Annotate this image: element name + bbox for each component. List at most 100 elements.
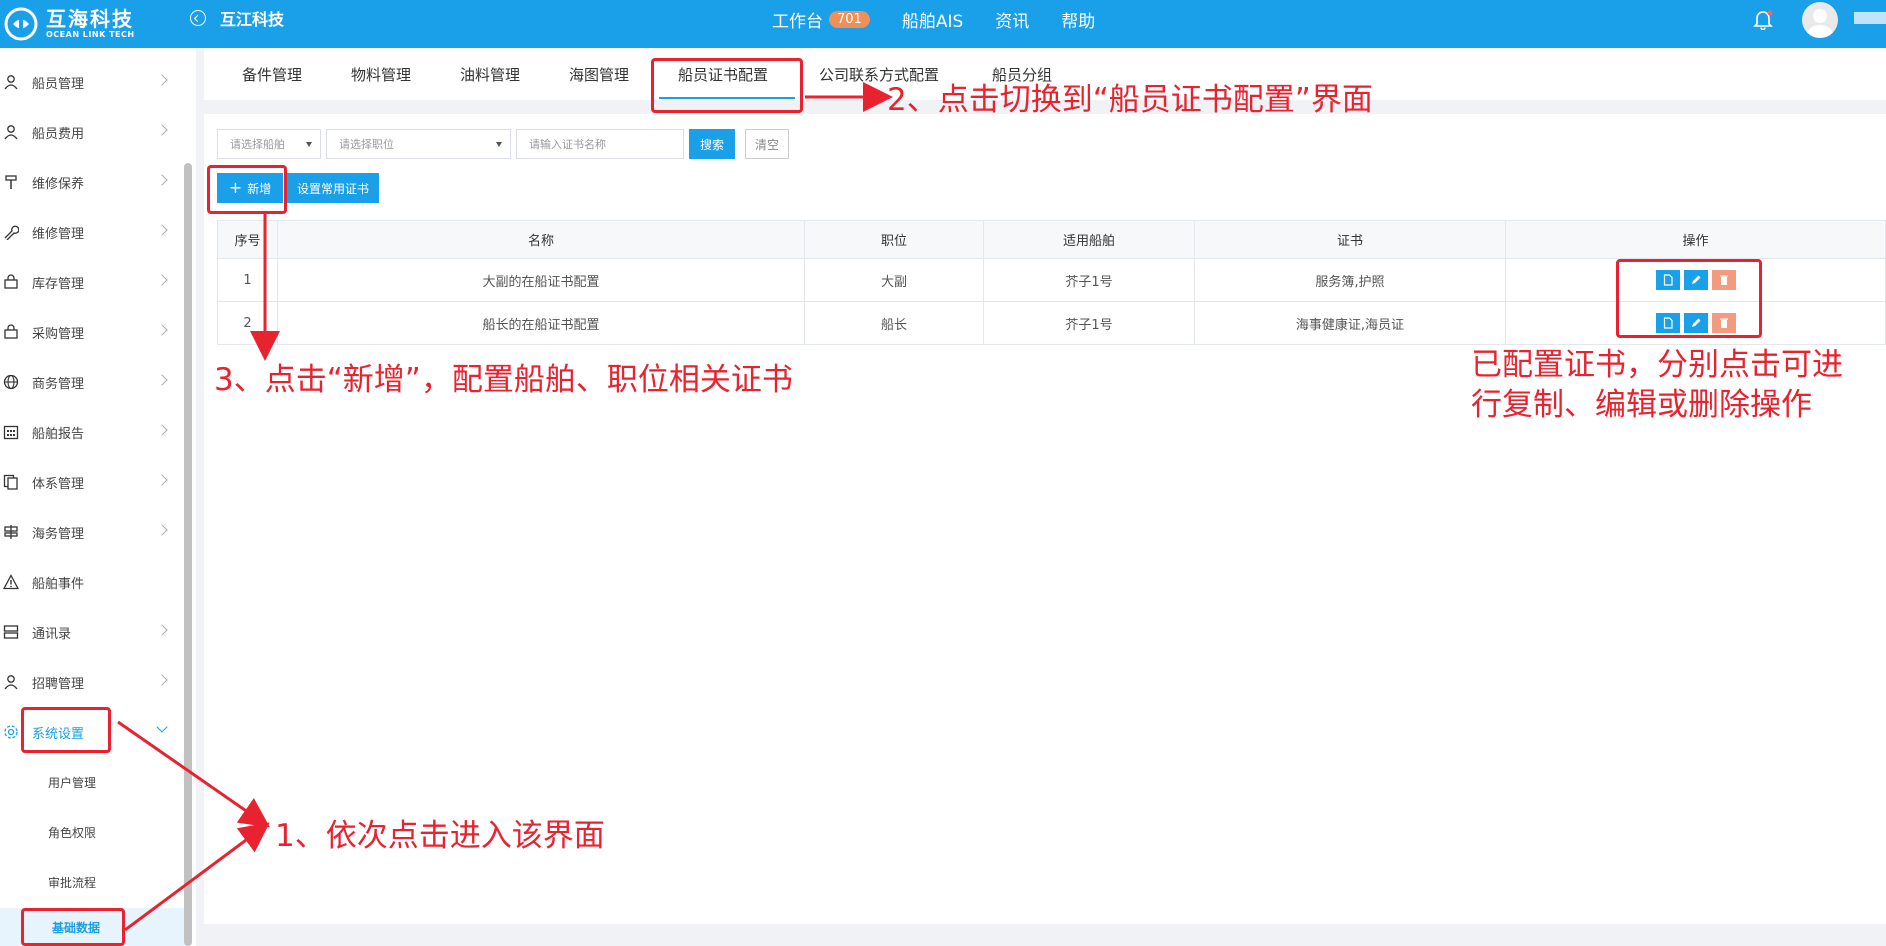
chevron-right-icon (156, 324, 168, 336)
common-cert-button[interactable]: 设置常用证书 (287, 173, 379, 203)
top-bar: 互海科技 OCEAN LINK TECH 互江科技 工作台 701 船舶AIS … (0, 0, 1886, 48)
annotation-step2: 2、点击切换到“船员证书配置”界面 (887, 82, 1373, 118)
nav-ais[interactable]: 船舶AIS (902, 7, 963, 32)
gear-icon (2, 723, 20, 741)
col-position: 职位 (804, 220, 984, 259)
sidebar-item-label: 维修管理 (32, 226, 85, 242)
annotation-box-basic-data (21, 908, 125, 946)
caret-down-icon (496, 142, 502, 147)
sidebar-sub-approval[interactable]: 审批流程 (48, 857, 186, 907)
annotation-box-tab (651, 58, 803, 113)
server-icon (2, 623, 20, 641)
sidebar-item-label: 船舶报告 (32, 426, 85, 442)
chevron-right-icon (156, 374, 168, 386)
cell-ship: 芥子1号 (983, 258, 1195, 302)
sidebar-item-crew-cost[interactable]: 船员费用 (0, 107, 186, 157)
sidebar-sub-users[interactable]: 用户管理 (48, 757, 186, 807)
sidebar-item-label: 库存管理 (32, 276, 85, 292)
tab-spare-parts[interactable]: 备件管理 (242, 48, 302, 100)
sidebar-sub-roles[interactable]: 角色权限 (48, 807, 186, 857)
search-button[interactable]: 搜索 (689, 129, 735, 159)
user-icon (2, 123, 20, 141)
col-index: 序号 (217, 220, 278, 259)
nav-help[interactable]: 帮助 (1061, 7, 1095, 32)
cert-name-placeholder: 请输入证书名称 (529, 138, 606, 151)
user-menu[interactable] (1854, 12, 1886, 24)
avatar[interactable] (1802, 2, 1838, 38)
annotation-note-line1: 已配置证书，分别点击可进 (1471, 347, 1843, 383)
tab-materials[interactable]: 物料管理 (351, 48, 411, 100)
clear-button[interactable]: 清空 (745, 129, 789, 159)
bag-icon (2, 273, 20, 291)
sidebar-item-label: 维修保养 (32, 176, 85, 192)
sidebar-item-ship-event[interactable]: 船舶事件 (0, 557, 186, 607)
sidebar-item-contacts[interactable]: 通讯录 (0, 607, 186, 657)
cell-ship: 芥子1号 (983, 301, 1195, 345)
sidebar-item-repair[interactable]: 维修管理 (0, 207, 186, 257)
annotation-box-add (207, 165, 287, 214)
sidebar-item-label: 体系管理 (32, 476, 85, 492)
sidebar-item-label: 招聘管理 (32, 676, 85, 692)
tab-charts[interactable]: 海图管理 (569, 48, 629, 100)
signpost-icon (2, 523, 20, 541)
sidebar-item-label: 通讯录 (32, 626, 72, 642)
sidebar-item-crew[interactable]: 船员管理 (0, 57, 186, 107)
chevron-right-icon (156, 274, 168, 286)
cert-name-input[interactable]: 请输入证书名称 (516, 129, 684, 159)
sidebar-item-label: 船员费用 (32, 126, 85, 142)
sidebar-item-system-mgmt[interactable]: 体系管理 (0, 457, 186, 507)
sidebar-scrollbar[interactable] (184, 163, 192, 946)
tab-fuel[interactable]: 油料管理 (460, 48, 520, 100)
company-name: 互江科技 (220, 10, 285, 29)
sidebar-item-ship-report[interactable]: 船舶报告 (0, 407, 186, 457)
wrench-icon (2, 223, 20, 241)
ship-select-placeholder: 请选择船舶 (230, 138, 285, 151)
cell-name: 大副的在船证书配置 (277, 258, 805, 302)
warning-icon (2, 573, 20, 591)
chevron-down-icon (156, 721, 168, 733)
nav-news[interactable]: 资讯 (995, 7, 1029, 32)
logo-title: 互海科技 (46, 7, 134, 31)
nav-workbench[interactable]: 工作台 701 (772, 7, 870, 32)
caret-down-icon (306, 142, 312, 147)
sidebar-item-label: 船舶事件 (32, 576, 85, 592)
cell-position: 大副 (804, 258, 984, 302)
top-nav: 工作台 701 船舶AIS 资讯 帮助 (772, 0, 1127, 38)
sidebar-item-label: 船员管理 (32, 76, 85, 92)
cell-cert: 服务簿,护照 (1194, 258, 1506, 302)
nav-workbench-label: 工作台 (772, 11, 823, 32)
sidebar-item-business[interactable]: 商务管理 (0, 357, 186, 407)
sidebar: 船员管理 船员费用 维修保养 维修管理 库存管理 采购管理 商务管理 船舶报告 … (0, 48, 196, 946)
logo[interactable]: 互海科技 OCEAN LINK TECH (0, 0, 135, 48)
sidebar-item-recruit[interactable]: 招聘管理 (0, 657, 186, 707)
bag-icon (2, 323, 20, 341)
sidebar-item-inventory[interactable]: 库存管理 (0, 257, 186, 307)
sidebar-item-label: 采购管理 (32, 326, 85, 342)
annotation-note-line2: 行复制、编辑或删除操作 (1471, 387, 1812, 423)
sidebar-item-purchase[interactable]: 采购管理 (0, 307, 186, 357)
company-switch[interactable]: 互江科技 (190, 0, 284, 36)
cell-cert: 海事健康证,海员证 (1194, 301, 1506, 345)
col-actions: 操作 (1505, 220, 1886, 259)
annotation-step3: 3、点击“新增”，配置船舶、职位相关证书 (214, 362, 793, 398)
chevron-right-icon (156, 124, 168, 136)
sidebar-item-marine[interactable]: 海务管理 (0, 507, 186, 557)
col-ship: 适用船舶 (983, 220, 1195, 259)
back-circle-icon[interactable] (190, 10, 206, 26)
hammer-icon (2, 173, 20, 191)
cell-index: 2 (217, 301, 278, 345)
sidebar-item-maintenance[interactable]: 维修保养 (0, 157, 186, 207)
annotation-box-actions (1616, 259, 1762, 338)
chevron-right-icon (156, 474, 168, 486)
sidebar-item-label: 商务管理 (32, 376, 85, 392)
chevron-right-icon (156, 74, 168, 86)
logo-subtitle: OCEAN LINK TECH (46, 30, 135, 39)
cell-position: 船长 (804, 301, 984, 345)
logo-icon (4, 7, 38, 41)
ship-select[interactable]: 请选择船舶 (217, 129, 321, 159)
cell-index: 1 (217, 258, 278, 302)
bottom-strip (204, 924, 1886, 946)
position-select[interactable]: 请选择职位 (326, 129, 511, 159)
bell-icon[interactable] (1752, 8, 1774, 31)
user-icon (2, 673, 20, 691)
